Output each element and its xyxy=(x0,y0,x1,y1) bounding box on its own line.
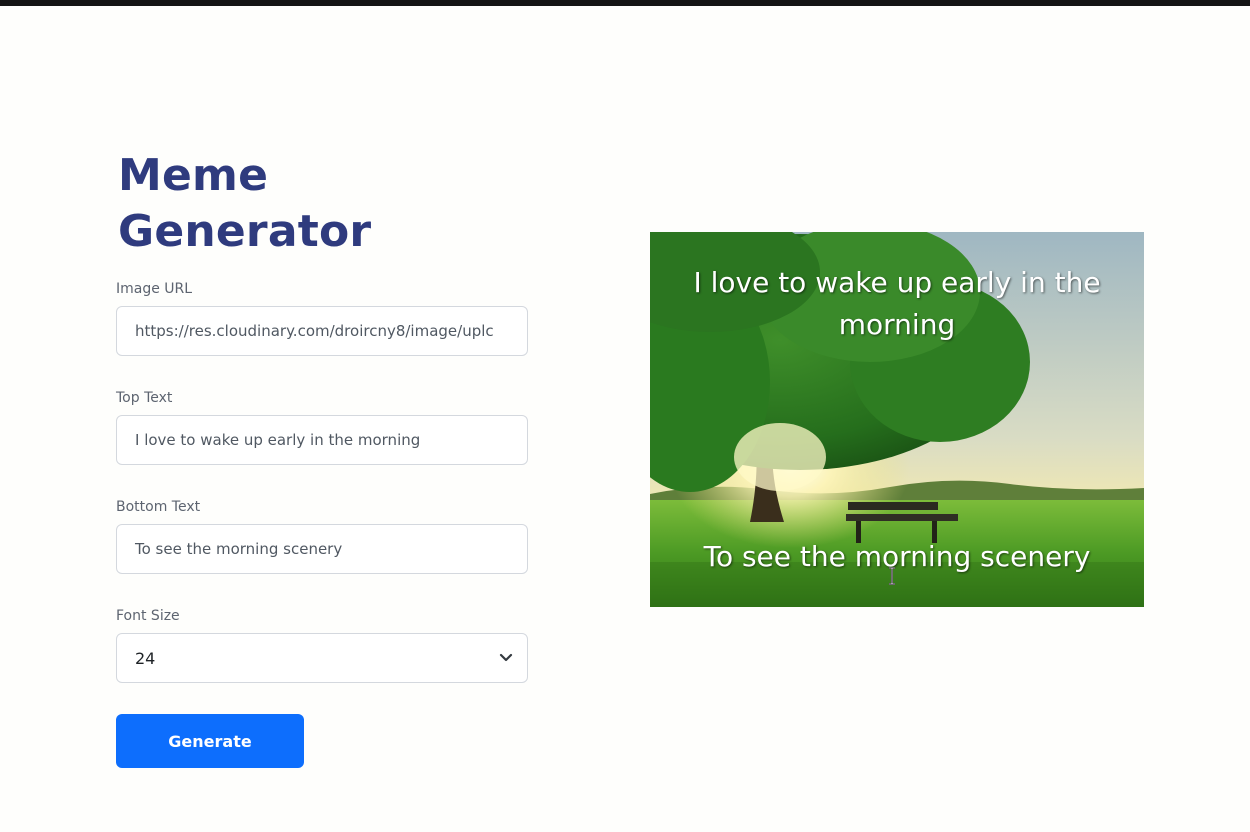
bottom-text-input[interactable]: To see the morning scenery xyxy=(116,524,528,574)
image-url-input[interactable]: https://res.cloudinary.com/droircny8/ima… xyxy=(116,306,528,356)
meme-preview: I love to wake up early in the morning T… xyxy=(650,232,1144,607)
text-cursor-icon xyxy=(889,567,895,585)
font-size-value: 24 xyxy=(135,648,156,668)
top-text-label: Top Text xyxy=(116,390,173,406)
top-text-input[interactable]: I love to wake up early in the morning xyxy=(116,415,528,465)
page-title: Meme Generator xyxy=(118,150,372,257)
chevron-down-icon xyxy=(499,653,513,662)
image-url-label: Image URL xyxy=(116,281,193,297)
meme-form: Meme Generator Image URL https://res.clo… xyxy=(116,148,528,768)
bottom-text-label: Bottom Text xyxy=(116,499,201,515)
font-size-label: Font Size xyxy=(116,608,180,624)
top-bar xyxy=(0,0,1250,6)
meme-bottom-caption: To see the morning scenery xyxy=(703,540,1091,573)
font-size-select[interactable]: 24 xyxy=(116,633,528,683)
generate-button[interactable]: Generate xyxy=(116,714,304,768)
meme-top-caption: I love to wake up early in the morning xyxy=(693,266,1101,341)
